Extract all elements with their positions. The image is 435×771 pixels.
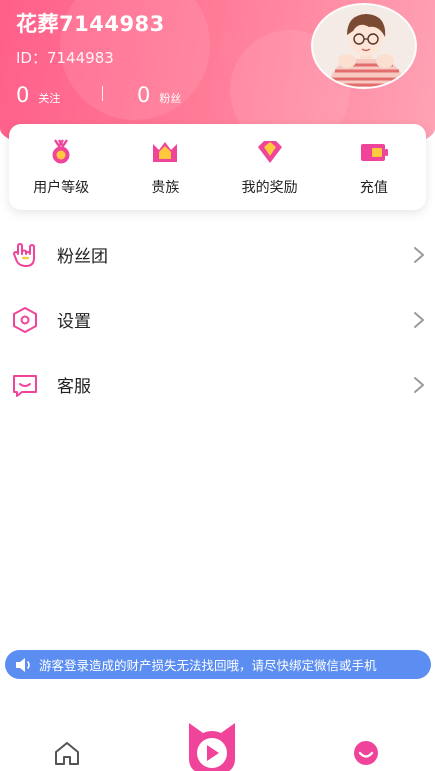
user-level-button[interactable]: 用户等级 [9,124,113,210]
recharge-button[interactable]: 充值 [322,124,426,210]
nobility-label: 贵族 [151,180,180,196]
fans-stat[interactable]: 0 粉丝 [137,83,181,107]
my-rewards-button[interactable]: 我的奖励 [218,124,322,210]
follow-count: 0 [16,83,30,107]
crown-icon [153,142,178,162]
menu-list: 粉丝团 设置 客服 [0,222,435,417]
profile-page: 花葬7144983 ID：7144983 0 关注 0 粉丝 用户等级 贵族 我… [0,0,435,771]
chevron-right-icon [414,246,424,263]
username: 花葬7144983 [16,12,165,36]
menu-item-settings[interactable]: 设置 [0,287,435,352]
medal-icon [52,139,70,164]
fans-label: 粉丝 [159,92,182,105]
menu-item-customer-service[interactable]: 客服 [0,352,435,417]
menu-item-fan-club[interactable]: 粉丝团 [0,222,435,287]
rock-hand-icon [13,242,35,267]
diamond-icon [257,141,282,163]
menu-label-settings: 设置 [57,312,91,332]
bottom-tab-bar [0,700,435,771]
avatar[interactable] [311,3,417,89]
chat-icon [13,374,37,397]
menu-label-customer-service: 客服 [57,377,91,397]
cat-play-icon[interactable] [183,719,241,771]
my-rewards-label: 我的奖励 [241,180,298,196]
recharge-label: 充值 [359,180,388,196]
menu-label-fan-club: 粉丝团 [57,247,108,267]
fans-count: 0 [137,83,151,107]
user-id: ID：7144983 [16,49,114,67]
home-icon[interactable] [53,740,81,766]
quick-action-card: 用户等级 贵族 我的奖励 充值 [9,124,426,210]
hexagon-settings-icon [13,306,37,333]
chevron-right-icon [414,376,424,393]
smile-icon[interactable] [353,740,379,766]
stat-divider [102,86,103,101]
notice-text: 游客登录造成的财产损失无法找回哦，请尽快绑定微信或手机 [39,658,377,673]
user-level-label: 用户等级 [33,180,90,196]
speaker-icon [16,657,30,672]
avatar-illustration [313,5,415,87]
follow-stat[interactable]: 0 关注 [16,83,60,107]
nobility-button[interactable]: 贵族 [113,124,217,210]
guest-login-notice[interactable]: 游客登录造成的财产损失无法找回哦，请尽快绑定微信或手机 [5,650,431,679]
follow-label: 关注 [38,92,61,105]
battery-icon [360,144,388,161]
chevron-right-icon [414,311,424,328]
